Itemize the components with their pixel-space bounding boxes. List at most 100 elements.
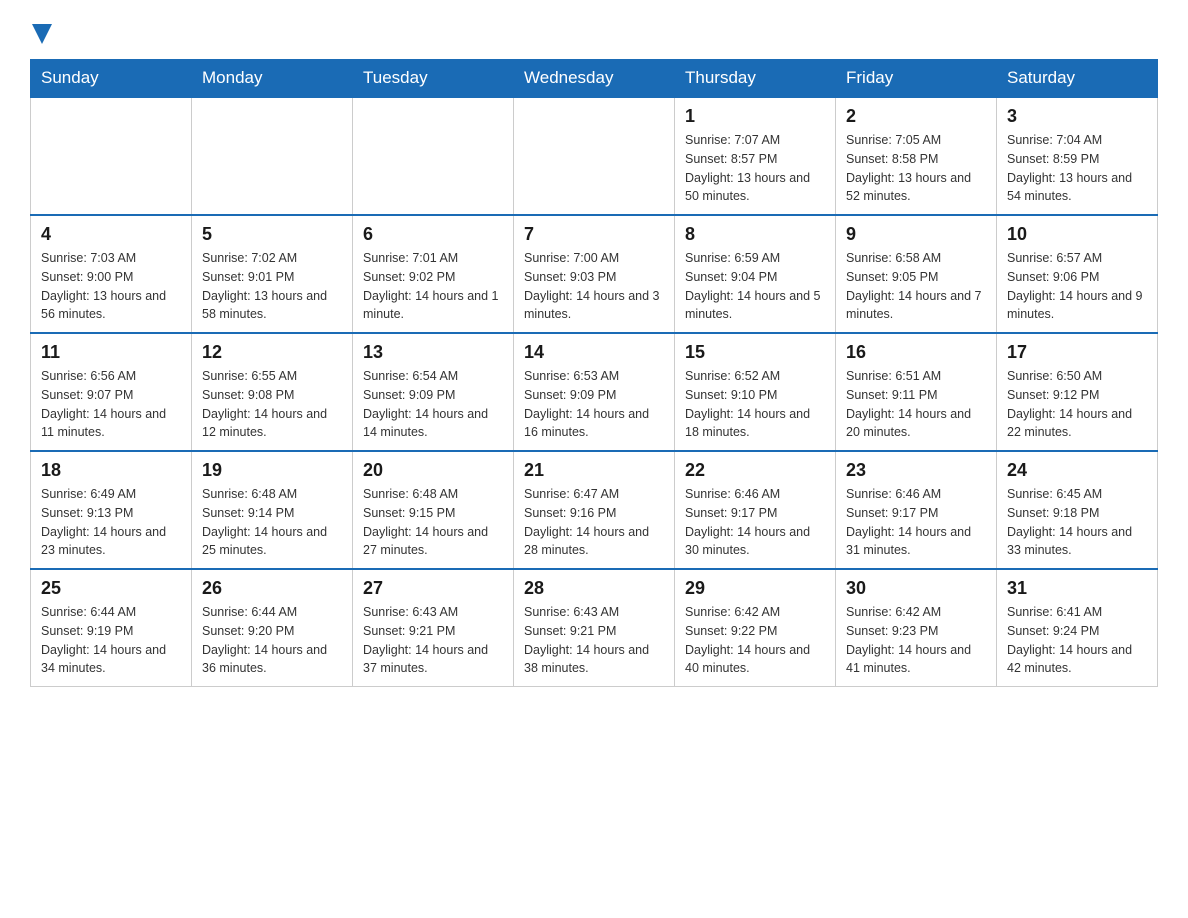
day-number: 14	[524, 342, 664, 363]
calendar-cell	[192, 97, 353, 215]
day-info: Sunrise: 6:42 AMSunset: 9:23 PMDaylight:…	[846, 603, 986, 678]
day-info: Sunrise: 6:59 AMSunset: 9:04 PMDaylight:…	[685, 249, 825, 324]
weekday-header-saturday: Saturday	[997, 60, 1158, 98]
calendar-cell: 16 Sunrise: 6:51 AMSunset: 9:11 PMDayligh…	[836, 333, 997, 451]
calendar-cell: 30 Sunrise: 6:42 AMSunset: 9:23 PMDayligh…	[836, 569, 997, 687]
week-row-4: 18 Sunrise: 6:49 AMSunset: 9:13 PMDayligh…	[31, 451, 1158, 569]
day-info: Sunrise: 6:49 AMSunset: 9:13 PMDaylight:…	[41, 485, 181, 560]
day-number: 25	[41, 578, 181, 599]
day-info: Sunrise: 7:04 AMSunset: 8:59 PMDaylight:…	[1007, 131, 1147, 206]
weekday-header-thursday: Thursday	[675, 60, 836, 98]
calendar-cell: 26Sunrise: 6:44 AMSunset: 9:20 PMDayligh…	[192, 569, 353, 687]
calendar-cell: 11 Sunrise: 6:56 AMSunset: 9:07 PMDayligh…	[31, 333, 192, 451]
day-number: 24	[1007, 460, 1147, 481]
day-info: Sunrise: 6:52 AMSunset: 9:10 PMDaylight:…	[685, 367, 825, 442]
page-header	[30, 20, 1158, 49]
logo-icon	[30, 20, 52, 49]
day-info: Sunrise: 6:46 AMSunset: 9:17 PMDaylight:…	[685, 485, 825, 560]
day-number: 28	[524, 578, 664, 599]
calendar-cell: 21Sunrise: 6:47 AMSunset: 9:16 PMDayligh…	[514, 451, 675, 569]
day-number: 31	[1007, 578, 1147, 599]
week-row-2: 4 Sunrise: 7:03 AMSunset: 9:00 PMDaylight…	[31, 215, 1158, 333]
calendar-cell: 28 Sunrise: 6:43 AMSunset: 9:21 PMDayligh…	[514, 569, 675, 687]
day-number: 3	[1007, 106, 1147, 127]
calendar-cell: 9 Sunrise: 6:58 AMSunset: 9:05 PMDaylight…	[836, 215, 997, 333]
day-info: Sunrise: 7:00 AMSunset: 9:03 PMDaylight:…	[524, 249, 664, 324]
calendar-cell: 27Sunrise: 6:43 AMSunset: 9:21 PMDayligh…	[353, 569, 514, 687]
day-info: Sunrise: 7:01 AMSunset: 9:02 PMDaylight:…	[363, 249, 503, 324]
weekday-header-wednesday: Wednesday	[514, 60, 675, 98]
day-number: 17	[1007, 342, 1147, 363]
calendar-cell: 3 Sunrise: 7:04 AMSunset: 8:59 PMDaylight…	[997, 97, 1158, 215]
day-info: Sunrise: 6:44 AMSunset: 9:19 PMDaylight:…	[41, 603, 181, 678]
calendar-cell: 4 Sunrise: 7:03 AMSunset: 9:00 PMDaylight…	[31, 215, 192, 333]
day-number: 19	[202, 460, 342, 481]
weekday-header-monday: Monday	[192, 60, 353, 98]
day-info: Sunrise: 6:51 AMSunset: 9:11 PMDaylight:…	[846, 367, 986, 442]
calendar-cell	[353, 97, 514, 215]
day-number: 6	[363, 224, 503, 245]
calendar-table: SundayMondayTuesdayWednesdayThursdayFrid…	[30, 59, 1158, 687]
day-number: 26	[202, 578, 342, 599]
calendar-cell: 2 Sunrise: 7:05 AMSunset: 8:58 PMDaylight…	[836, 97, 997, 215]
day-info: Sunrise: 6:47 AMSunset: 9:16 PMDaylight:…	[524, 485, 664, 560]
calendar-cell: 22 Sunrise: 6:46 AMSunset: 9:17 PMDayligh…	[675, 451, 836, 569]
day-info: Sunrise: 6:41 AMSunset: 9:24 PMDaylight:…	[1007, 603, 1147, 678]
day-number: 23	[846, 460, 986, 481]
day-number: 10	[1007, 224, 1147, 245]
calendar-cell: 20 Sunrise: 6:48 AMSunset: 9:15 PMDayligh…	[353, 451, 514, 569]
calendar-cell: 19 Sunrise: 6:48 AMSunset: 9:14 PMDayligh…	[192, 451, 353, 569]
day-number: 2	[846, 106, 986, 127]
day-number: 11	[41, 342, 181, 363]
calendar-cell: 14 Sunrise: 6:53 AMSunset: 9:09 PMDayligh…	[514, 333, 675, 451]
calendar-cell: 6 Sunrise: 7:01 AMSunset: 9:02 PMDaylight…	[353, 215, 514, 333]
day-info: Sunrise: 6:48 AMSunset: 9:14 PMDaylight:…	[202, 485, 342, 560]
week-row-5: 25 Sunrise: 6:44 AMSunset: 9:19 PMDayligh…	[31, 569, 1158, 687]
calendar-cell: 1 Sunrise: 7:07 AMSunset: 8:57 PMDaylight…	[675, 97, 836, 215]
day-info: Sunrise: 6:54 AMSunset: 9:09 PMDaylight:…	[363, 367, 503, 442]
day-number: 4	[41, 224, 181, 245]
weekday-header-sunday: Sunday	[31, 60, 192, 98]
calendar-cell	[514, 97, 675, 215]
calendar-cell: 7Sunrise: 7:00 AMSunset: 9:03 PMDaylight…	[514, 215, 675, 333]
weekday-header-tuesday: Tuesday	[353, 60, 514, 98]
day-info: Sunrise: 7:05 AMSunset: 8:58 PMDaylight:…	[846, 131, 986, 206]
day-info: Sunrise: 6:53 AMSunset: 9:09 PMDaylight:…	[524, 367, 664, 442]
week-row-3: 11 Sunrise: 6:56 AMSunset: 9:07 PMDayligh…	[31, 333, 1158, 451]
calendar-cell: 18 Sunrise: 6:49 AMSunset: 9:13 PMDayligh…	[31, 451, 192, 569]
day-info: Sunrise: 7:03 AMSunset: 9:00 PMDaylight:…	[41, 249, 181, 324]
calendar-cell: 23 Sunrise: 6:46 AMSunset: 9:17 PMDayligh…	[836, 451, 997, 569]
day-info: Sunrise: 6:58 AMSunset: 9:05 PMDaylight:…	[846, 249, 986, 324]
day-number: 29	[685, 578, 825, 599]
calendar-cell: 24 Sunrise: 6:45 AMSunset: 9:18 PMDayligh…	[997, 451, 1158, 569]
calendar-cell: 25 Sunrise: 6:44 AMSunset: 9:19 PMDayligh…	[31, 569, 192, 687]
day-number: 30	[846, 578, 986, 599]
day-info: Sunrise: 6:42 AMSunset: 9:22 PMDaylight:…	[685, 603, 825, 678]
day-info: Sunrise: 6:46 AMSunset: 9:17 PMDaylight:…	[846, 485, 986, 560]
day-info: Sunrise: 6:56 AMSunset: 9:07 PMDaylight:…	[41, 367, 181, 442]
day-info: Sunrise: 6:55 AMSunset: 9:08 PMDaylight:…	[202, 367, 342, 442]
day-info: Sunrise: 6:57 AMSunset: 9:06 PMDaylight:…	[1007, 249, 1147, 324]
day-number: 27	[363, 578, 503, 599]
day-number: 22	[685, 460, 825, 481]
calendar-cell: 10 Sunrise: 6:57 AMSunset: 9:06 PMDayligh…	[997, 215, 1158, 333]
day-number: 18	[41, 460, 181, 481]
day-info: Sunrise: 6:43 AMSunset: 9:21 PMDaylight:…	[524, 603, 664, 678]
calendar-cell: 29 Sunrise: 6:42 AMSunset: 9:22 PMDayligh…	[675, 569, 836, 687]
weekday-header-friday: Friday	[836, 60, 997, 98]
day-number: 13	[363, 342, 503, 363]
calendar-cell: 12Sunrise: 6:55 AMSunset: 9:08 PMDayligh…	[192, 333, 353, 451]
day-number: 9	[846, 224, 986, 245]
day-number: 20	[363, 460, 503, 481]
day-info: Sunrise: 6:45 AMSunset: 9:18 PMDaylight:…	[1007, 485, 1147, 560]
logo-triangle-icon	[32, 24, 52, 44]
day-number: 16	[846, 342, 986, 363]
calendar-cell: 31 Sunrise: 6:41 AMSunset: 9:24 PMDayligh…	[997, 569, 1158, 687]
day-info: Sunrise: 6:48 AMSunset: 9:15 PMDaylight:…	[363, 485, 503, 560]
day-number: 1	[685, 106, 825, 127]
day-number: 8	[685, 224, 825, 245]
day-info: Sunrise: 7:02 AMSunset: 9:01 PMDaylight:…	[202, 249, 342, 324]
day-number: 15	[685, 342, 825, 363]
day-info: Sunrise: 6:50 AMSunset: 9:12 PMDaylight:…	[1007, 367, 1147, 442]
day-info: Sunrise: 7:07 AMSunset: 8:57 PMDaylight:…	[685, 131, 825, 206]
